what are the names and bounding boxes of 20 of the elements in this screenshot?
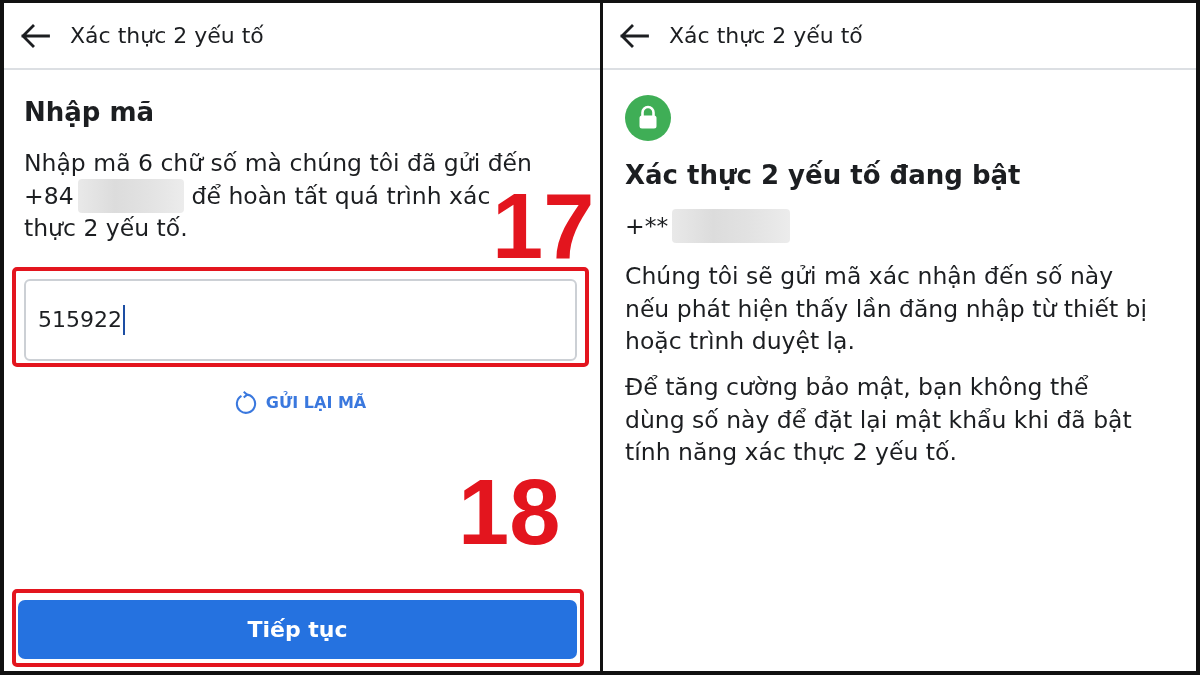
continue-button[interactable]: Tiếp tục xyxy=(18,600,577,659)
resend-code-link[interactable]: GỬI LẠI MÃ xyxy=(234,390,367,414)
step-number: 17 xyxy=(492,180,595,272)
info-paragraph: Chúng tôi sẽ gửi mã xác nhận đến số này nếu phát hiện thấy lần đăng nhập từ thiết bị hoặc trình duyệt lạ. xyxy=(625,261,1148,357)
refresh-icon xyxy=(234,390,257,414)
status-heading: Xác thực 2 yếu tố đang bật xyxy=(625,159,1021,192)
step-number: 18 xyxy=(458,466,561,558)
screen-heading: Nhập mã xyxy=(24,96,155,129)
screen-title: Xác thực 2 yếu tố xyxy=(669,23,863,48)
description-text: để hoàn tất quá trình xác xyxy=(191,180,491,211)
back-arrow-icon[interactable] xyxy=(619,23,649,48)
lock-icon xyxy=(625,95,671,141)
screen-title: Xác thực 2 yếu tố xyxy=(70,23,264,48)
description-text: +84 xyxy=(24,180,74,211)
description-text: Nhập mã 6 chữ số mà chúng tôi đã gửi đến xyxy=(24,148,532,179)
info-paragraph: Để tăng cường bảo mật, bạn không thể dùng số này để đặt lại mật khẩu khi đã bật tính năng xác thực 2 yếu tố. xyxy=(625,372,1133,468)
back-arrow-icon[interactable] xyxy=(20,23,50,48)
phone-number-text: +** xyxy=(625,211,669,241)
code-input-field[interactable]: 515922 xyxy=(24,278,577,361)
description-text: thực 2 yếu tố. xyxy=(24,213,188,244)
